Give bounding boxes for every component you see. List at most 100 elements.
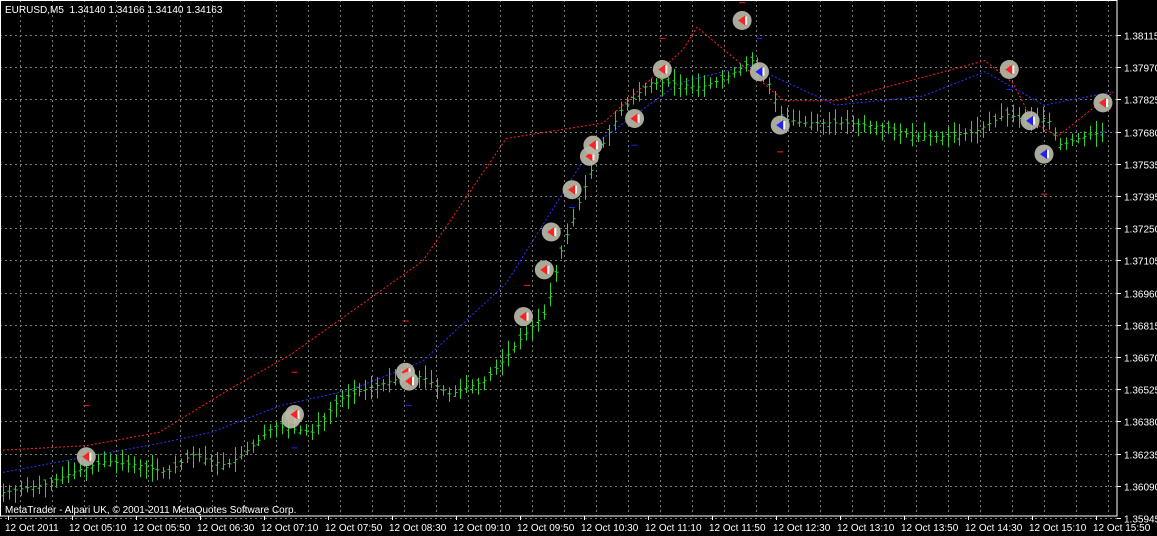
time-tick-label: 12 Oct 07:10 (261, 523, 319, 534)
ohlc-bar (49, 477, 54, 491)
ohlc-bar (892, 122, 897, 141)
trade-marker[interactable] (1093, 93, 1113, 113)
marker-stem (745, 16, 748, 25)
trade-marker[interactable] (999, 60, 1019, 79)
ohlc-bar (316, 412, 321, 435)
price-chart[interactable]: 1.38115 1.37970 1.37825 1.37680 1.37535 1.373… (0, 0, 1157, 536)
ohlc-bar (470, 379, 475, 394)
ohlc-bar (571, 208, 576, 227)
ohlc-bar (274, 421, 279, 438)
chart-frame (0, 0, 1118, 517)
ohlc-bar (744, 56, 749, 72)
ohlc-bar (298, 425, 303, 435)
ohlc-bar (458, 378, 463, 399)
marker-stem (1012, 65, 1015, 74)
ohlc-bar (880, 122, 885, 141)
ohlc-bar (577, 197, 582, 211)
ohlc-bar (340, 389, 345, 408)
lower-band-line (2, 64, 1114, 473)
ohlc-bar (833, 109, 838, 135)
ohlc-bar (922, 122, 927, 142)
symbol-info: EURUSD,M5 1.34140 1.34166 1.34140 1.3416… (5, 5, 222, 16)
ohlc-bar (375, 377, 380, 399)
ohlc-bar (957, 124, 962, 146)
ohlc-bar (690, 75, 695, 94)
trade-marker[interactable] (399, 371, 419, 391)
upper-band-line (2, 26, 1114, 451)
trade-marker[interactable] (76, 447, 96, 467)
trade-marker[interactable] (749, 62, 769, 82)
copyright-text: MetaTrader - Alpari UK, © 2001-2011 Meta… (5, 505, 297, 516)
ohlc-bar (940, 131, 945, 146)
trade-marker[interactable] (583, 135, 603, 155)
trade-marker[interactable] (625, 108, 645, 128)
marker-stem (665, 65, 668, 74)
ohlc-bar (251, 439, 256, 453)
ohlc-bar (1076, 132, 1081, 144)
ohlc-bar (554, 264, 559, 282)
time-tick-label: 12 Oct 09:50 (517, 523, 575, 534)
ohlc-bar (37, 475, 42, 495)
ohlc-bar (518, 328, 523, 350)
ohlc-bar (476, 377, 481, 395)
trade-marker[interactable] (562, 180, 582, 200)
trade-marker[interactable] (534, 260, 554, 280)
ohlc-bar (565, 223, 570, 245)
ohlc-bar (696, 73, 701, 97)
time-tick-label: 12 Oct 14:30 (965, 523, 1023, 534)
trade-marker[interactable] (1034, 144, 1054, 164)
time-tick-label: 12 Oct 11:10 (645, 523, 702, 534)
ohlc-bar (215, 452, 220, 476)
ohlc-bar (767, 77, 772, 95)
trade-marker[interactable] (1020, 111, 1040, 131)
marker-stem (89, 452, 92, 461)
trade-markers[interactable] (76, 11, 1113, 467)
ohlc-bar (203, 445, 208, 466)
price-tick-label: 1.37825 (1124, 96, 1157, 107)
ohlc-bar (185, 449, 190, 463)
ohlc-bar (773, 90, 778, 113)
ohlc-values: 1.34140 1.34166 1.34140 1.34163 (69, 5, 223, 16)
price-tick-label: 1.36815 (1124, 322, 1157, 333)
ohlc-bar (108, 453, 113, 467)
trade-marker[interactable] (514, 307, 533, 327)
trade-marker[interactable] (732, 11, 752, 31)
price-tick-label: 1.37680 (1124, 129, 1157, 140)
trade-marker[interactable] (652, 60, 672, 79)
marker-stem (575, 185, 578, 194)
ohlc-bar (726, 71, 731, 84)
time-tick-label: 12 Oct 05:50 (133, 523, 191, 534)
ohlc-bar (512, 341, 517, 353)
ohlc-bar (886, 120, 891, 134)
ohlc-bar (827, 111, 832, 135)
ohlc-bar (803, 116, 808, 127)
trade-marker[interactable] (770, 115, 790, 135)
ohlc-bar (227, 459, 232, 469)
ohlc-bar (161, 467, 166, 479)
ohlc-bar (66, 460, 71, 484)
marker-stem (526, 312, 529, 321)
ohlc-bar (714, 76, 719, 89)
marker-stem (762, 67, 765, 76)
ohlc-bar (7, 484, 12, 500)
ohlc-bar (851, 115, 856, 132)
trade-marker[interactable] (284, 405, 304, 424)
ohlc-bar (96, 453, 101, 472)
price-tick-label: 1.37535 (1124, 161, 1157, 172)
price-tick-label: 1.37970 (1124, 64, 1157, 75)
ohlc-bar (191, 446, 196, 468)
trade-marker[interactable] (541, 222, 561, 242)
ohlc-bar (482, 376, 487, 391)
ohlc-bar (797, 110, 802, 127)
time-tick-label: 12 Oct 11:50 (709, 523, 766, 534)
ohlc-bar (619, 101, 624, 116)
ohlc-bar (155, 458, 160, 481)
ohlc-bar (530, 321, 535, 341)
ohlc-bar (559, 245, 564, 259)
price-tick-label: 1.38115 (1124, 32, 1157, 43)
ohlc-bar (245, 441, 250, 456)
ohlc-bar (150, 454, 155, 482)
ohlc-bar (613, 111, 618, 131)
ohlc-bar (815, 113, 820, 132)
price-tick-label: 1.37250 (1124, 225, 1157, 236)
